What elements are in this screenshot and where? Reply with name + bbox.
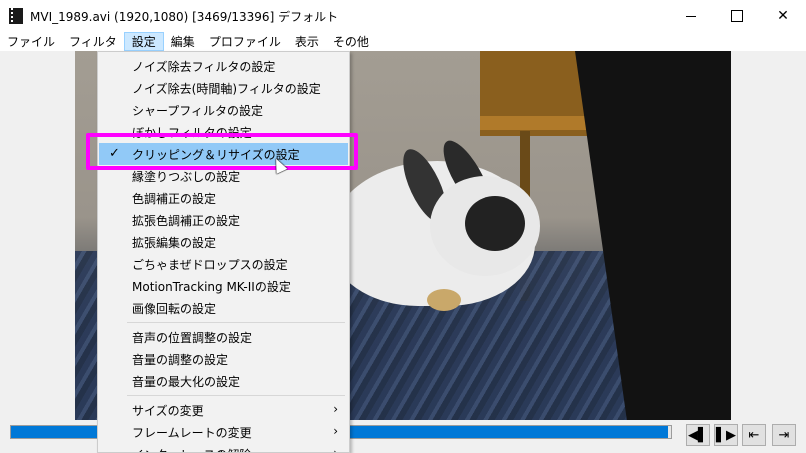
go-end-button[interactable]: ⇥ [772, 424, 796, 446]
menu-item-2[interactable]: 設定 [123, 32, 164, 51]
dropdown-item-label: 縁塗りつぶしの設定 [132, 169, 241, 184]
dropdown-item-label: サイズの変更 [132, 403, 204, 418]
dropdown-item-label: 音声の位置調整の設定 [132, 330, 253, 345]
highlight-annotation [86, 133, 358, 170]
dropdown-item-label: フレームレートの変更 [132, 425, 252, 440]
dropdown-item-16[interactable]: フレームレートの変更 › [99, 421, 348, 443]
dropdown-item-label: 色調補正の設定 [132, 191, 217, 206]
dropdown-item-label: MotionTracking MK-IIの設定 [132, 279, 291, 294]
submenu-arrow-icon: › [333, 424, 338, 438]
submenu-arrow-icon: › [333, 446, 338, 453]
menu-item-3[interactable]: 編集 [164, 32, 202, 51]
food [427, 289, 461, 311]
next-frame-button[interactable]: ▌▶ [714, 424, 738, 446]
menu-item-5[interactable]: 表示 [288, 32, 326, 51]
minimize-button[interactable] [668, 0, 714, 32]
go-start-icon: ⇤ [748, 427, 760, 443]
dropdown-item-label: 拡張編集の設定 [132, 235, 217, 250]
dropdown-item-label: 画像回転の設定 [132, 301, 217, 316]
dropdown-item-17[interactable]: インターレースの解除 › [99, 443, 348, 453]
dropdown-item-label: ごちゃまぜドロップスの設定 [132, 257, 288, 272]
settings-dropdown-menu: ノイズ除去フィルタの設定ノイズ除去(時間軸)フィルタの設定 シャープフィルタの設定… [97, 51, 350, 453]
dropdown-item-label: 音量の調整の設定 [132, 352, 229, 367]
menu-item-0[interactable]: ファイル [0, 32, 62, 51]
dropdown-item-label: インターレースの解除 [132, 446, 251, 453]
go-end-icon: ⇥ [778, 427, 790, 443]
window-title: MVI_1989.avi (1920,1080) [3469/13396] デフ… [30, 10, 339, 24]
menu-bar: ファイル フィルタ 設定 編集 プロファイル 表示 その他 [0, 32, 806, 51]
dropdown-item-15[interactable]: サイズの変更 › [99, 399, 348, 421]
dropdown-item-label: ノイズ除去(時間軸)フィルタの設定 [132, 81, 321, 96]
dropdown-item-9[interactable]: ごちゃまぜドロップスの設定 [99, 253, 348, 275]
dropdown-item-11[interactable]: 画像回転の設定 [99, 297, 348, 319]
dropdown-item-12[interactable]: 音声の位置調整の設定 [99, 326, 348, 348]
dropdown-item-label: シャープフィルタの設定 [132, 103, 264, 118]
dropdown-item-6[interactable]: 色調補正の設定 [99, 187, 348, 209]
rabbit-patch [465, 196, 525, 251]
dropdown-item-0[interactable]: ノイズ除去フィルタの設定 [99, 55, 348, 77]
close-button[interactable]: ✕ [760, 0, 806, 32]
menu-separator [127, 395, 345, 396]
dropdown-item-8[interactable]: 拡張編集の設定 [99, 231, 348, 253]
submenu-arrow-icon: › [333, 402, 338, 416]
next-frame-icon: ▌▶ [716, 427, 736, 443]
dropdown-item-14[interactable]: 音量の最大化の設定 [99, 370, 348, 392]
go-start-button[interactable]: ⇤ [742, 424, 766, 446]
title-bar: MVI_1989.avi (1920,1080) [3469/13396] デフ… [0, 0, 806, 32]
dropdown-item-label: 音量の最大化の設定 [132, 374, 241, 389]
menu-item-1[interactable]: フィルタ [62, 32, 124, 51]
dropdown-item-7[interactable]: 拡張色調補正の設定 [99, 209, 348, 231]
maximize-button[interactable] [714, 0, 760, 32]
dropdown-item-2[interactable]: シャープフィルタの設定 [99, 99, 348, 121]
film-icon [9, 8, 23, 24]
prev-frame-icon: ◀▌ [688, 427, 708, 443]
dropdown-item-label: ノイズ除去フィルタの設定 [132, 59, 276, 74]
dropdown-item-label: 拡張色調補正の設定 [132, 213, 241, 228]
dropdown-item-1[interactable]: ノイズ除去(時間軸)フィルタの設定 [99, 77, 348, 99]
menu-separator [127, 322, 345, 323]
dropdown-item-13[interactable]: 音量の調整の設定 [99, 348, 348, 370]
close-icon: ✕ [777, 8, 789, 24]
dropdown-item-10[interactable]: MotionTracking MK-IIの設定 [99, 275, 348, 297]
menu-item-6[interactable]: その他 [326, 32, 376, 51]
prev-frame-button[interactable]: ◀▌ [686, 424, 710, 446]
menu-item-4[interactable]: プロファイル [202, 32, 288, 51]
